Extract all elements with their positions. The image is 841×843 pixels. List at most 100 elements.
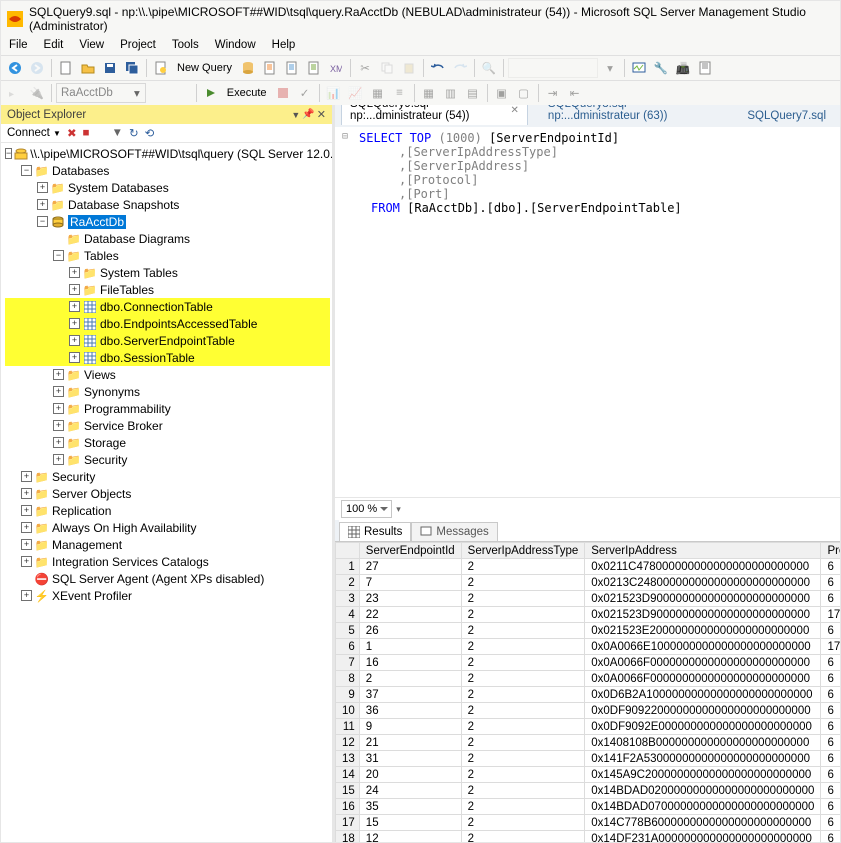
column-header[interactable]: ServerIpAddressType xyxy=(461,543,585,559)
comment-icon[interactable]: ▣ xyxy=(492,83,512,103)
parse-icon[interactable]: ✓ xyxy=(295,83,315,103)
activity-monitor-icon[interactable] xyxy=(629,58,649,78)
execute-icon[interactable] xyxy=(201,83,221,103)
database-icon[interactable] xyxy=(238,58,258,78)
tree-server-objects[interactable]: Server Objects xyxy=(52,487,131,501)
menu-help[interactable]: Help xyxy=(272,39,296,51)
script-icon-1[interactable] xyxy=(260,58,280,78)
table-row[interactable]: 6120x0A0066E1000000000000000000000000175… xyxy=(336,639,841,655)
refresh-icon[interactable]: ↻ xyxy=(129,126,139,140)
tree-views[interactable]: Views xyxy=(84,368,116,382)
table-row[interactable]: 133120x141F2A530000000000000000000000006… xyxy=(336,751,841,767)
stop-icon[interactable] xyxy=(273,83,293,103)
sync-icon[interactable]: ⟲ xyxy=(145,126,155,140)
use-db-icon[interactable]: ▸ xyxy=(5,83,25,103)
script-icon-2[interactable] xyxy=(282,58,302,78)
cut-icon[interactable]: ✂ xyxy=(355,58,375,78)
tab-sqlquery8[interactable]: SQLQuery8.sql - np:...dministrateur (63)… xyxy=(540,105,715,125)
tree-system-databases[interactable]: System Databases xyxy=(68,181,169,195)
table-row[interactable]: 122120x1408108B0000000000000000000000006… xyxy=(336,735,841,751)
close-icon[interactable]: ✕ xyxy=(317,108,326,121)
results-text-icon[interactable]: ≡ xyxy=(390,83,410,103)
tree-security[interactable]: Security xyxy=(52,470,95,484)
tree-table-session[interactable]: dbo.SessionTable xyxy=(100,351,195,365)
undo-icon[interactable] xyxy=(428,58,448,78)
table-row[interactable]: 71620x0A0066F000000000000000000000000065… xyxy=(336,655,841,671)
column-header[interactable]: ServerIpAddress xyxy=(585,543,821,559)
execute-button[interactable]: Execute xyxy=(223,87,271,99)
menu-project[interactable]: Project xyxy=(120,39,156,51)
results-grid-icon[interactable]: ▦ xyxy=(368,83,388,103)
tree-db-snapshots[interactable]: Database Snapshots xyxy=(68,198,179,212)
tree-tables[interactable]: Tables xyxy=(84,249,119,263)
menu-view[interactable]: View xyxy=(79,39,104,51)
xml-icon[interactable]: XM xyxy=(326,58,346,78)
column-header[interactable] xyxy=(336,543,360,559)
script-icon-3[interactable] xyxy=(304,58,324,78)
column-header[interactable]: ServerEndpointId xyxy=(359,543,461,559)
menu-tools[interactable]: Tools xyxy=(172,39,199,51)
object-explorer-tree[interactable]: −\\.\pipe\MICROSOFT##WID\tsql\query (SQL… xyxy=(1,143,332,842)
table-row[interactable]: 32320x021523D900000000000000000000000064… xyxy=(336,591,841,607)
save-icon[interactable] xyxy=(100,58,120,78)
database-selector[interactable]: RaAcctDb xyxy=(56,83,146,103)
tree-integration-services[interactable]: Integration Services Catalogs xyxy=(52,555,209,569)
sql-editor[interactable]: ⊟ SELECT TOP (1000) [ServerEndpointId] ,… xyxy=(335,127,840,497)
dropdown-icon[interactable]: ▾ xyxy=(600,58,620,78)
tab-sqlquery9[interactable]: SQLQuery9.sql - np:...dministrateur (54)… xyxy=(341,105,528,125)
pin-icon[interactable]: 📌 xyxy=(302,109,314,120)
close-icon[interactable]: ✕ xyxy=(511,105,519,116)
tree-always-on[interactable]: Always On High Availability xyxy=(52,521,197,535)
tab-results[interactable]: Results xyxy=(339,522,411,541)
table-row[interactable]: 8220x0A0066F0000000000000000000000000638… xyxy=(336,671,841,687)
opt3-icon[interactable]: ▤ xyxy=(463,83,483,103)
solution-config[interactable] xyxy=(508,58,598,78)
table-row[interactable]: 163520x14BDAD070000000000000000000000006… xyxy=(336,799,841,815)
include-plan-icon[interactable]: 📈 xyxy=(346,83,366,103)
tree-management[interactable]: Management xyxy=(52,538,122,552)
stop-icon[interactable]: ■ xyxy=(83,127,90,139)
tree-table-server-endpoint[interactable]: dbo.ServerEndpointTable xyxy=(100,334,235,348)
est-plan-icon[interactable]: 📊 xyxy=(324,83,344,103)
change-connection-icon[interactable]: 🔌 xyxy=(27,83,47,103)
dropdown-icon[interactable]: ▼ xyxy=(291,110,300,120)
new-query-icon[interactable] xyxy=(151,58,171,78)
find-icon[interactable]: 🔍 xyxy=(479,58,499,78)
disconnect-icon[interactable]: ✖ xyxy=(67,126,77,140)
tree-system-tables[interactable]: System Tables xyxy=(100,266,178,280)
copy-icon[interactable] xyxy=(377,58,397,78)
tree-replication[interactable]: Replication xyxy=(52,504,111,518)
table-row[interactable]: 11920x0DF9092E00000000000000000000000064… xyxy=(336,719,841,735)
tree-raacctdb[interactable]: RaAcctDb xyxy=(68,215,126,229)
tab-sqlquery7[interactable]: SQLQuery7.sql xyxy=(739,107,834,125)
menu-edit[interactable]: Edit xyxy=(44,39,64,51)
tab-messages[interactable]: Messages xyxy=(411,522,497,541)
table-row[interactable]: 2720x0213C248000000000000000000000000644… xyxy=(336,575,841,591)
table-row[interactable]: 142020x145A9C200000000000000000000000006… xyxy=(336,767,841,783)
table-row[interactable]: 103620x0DF909220000000000000000000000006… xyxy=(336,703,841,719)
table-row[interactable]: 152420x14BDAD020000000000000000000000006… xyxy=(336,783,841,799)
save-all-icon[interactable] xyxy=(122,58,142,78)
table-row[interactable]: 181220x14DF231A0000000000000000000000006… xyxy=(336,831,841,843)
indent-icon[interactable]: ⇥ xyxy=(543,83,563,103)
results-grid[interactable]: ServerEndpointIdServerIpAddressTypeServe… xyxy=(335,541,840,842)
menu-file[interactable]: File xyxy=(9,39,28,51)
tree-table-connection[interactable]: dbo.ConnectionTable xyxy=(100,300,213,314)
outdent-icon[interactable]: ⇤ xyxy=(565,83,585,103)
menu-window[interactable]: Window xyxy=(215,39,256,51)
nav-forward-icon[interactable] xyxy=(27,58,47,78)
tree-sql-agent[interactable]: SQL Server Agent (Agent XPs disabled) xyxy=(52,572,264,586)
tree-storage[interactable]: Storage xyxy=(84,436,126,450)
table-row[interactable]: 12720x0211C47800000000000000000000000064… xyxy=(336,559,841,575)
filter-icon[interactable]: ▼ xyxy=(112,127,123,139)
properties-icon[interactable] xyxy=(695,58,715,78)
tree-table-endpoints-accessed[interactable]: dbo.EndpointsAccessedTable xyxy=(100,317,257,331)
table-row[interactable]: 52620x021523E200000000000000000000000064… xyxy=(336,623,841,639)
tree-file-tables[interactable]: FileTables xyxy=(100,283,154,297)
tree-sub-security[interactable]: Security xyxy=(84,453,127,467)
tree-service-broker[interactable]: Service Broker xyxy=(84,419,163,433)
tree-databases[interactable]: Databases xyxy=(52,164,109,178)
table-row[interactable]: 42220x021523D900000000000000000000000017… xyxy=(336,607,841,623)
tools-icon[interactable]: 🔧 xyxy=(651,58,671,78)
column-header[interactable]: Protocol xyxy=(821,543,840,559)
